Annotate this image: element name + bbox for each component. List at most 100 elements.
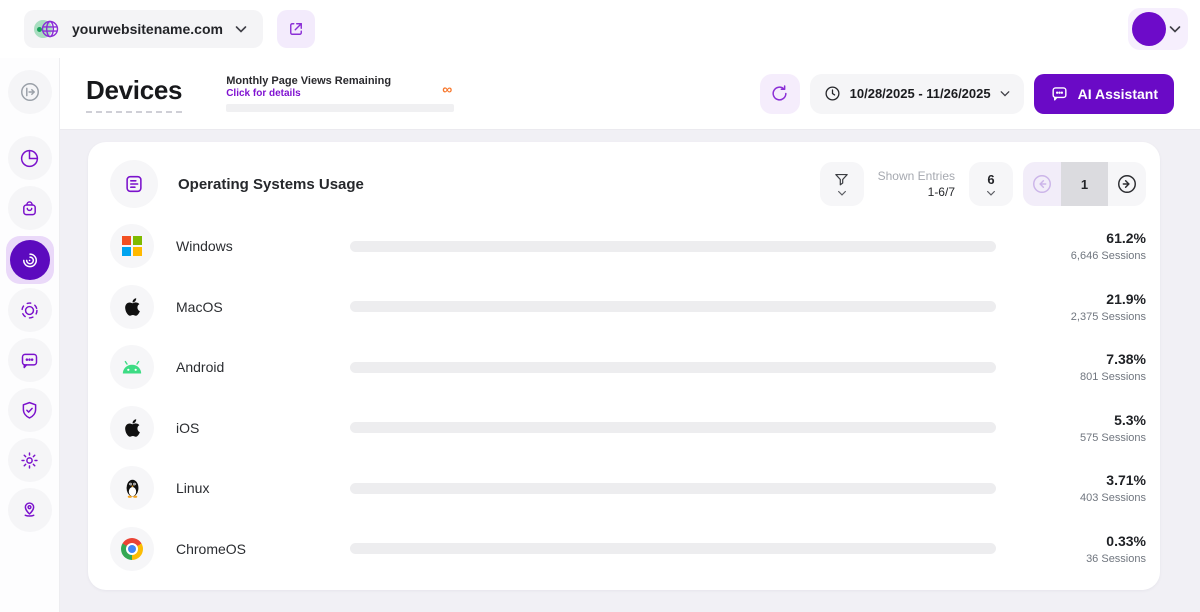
filter-funnel-icon [833, 172, 850, 187]
shown-entries-value: 1-6/7 [878, 184, 955, 200]
usage-sessions: 2,375 Sessions [996, 310, 1146, 324]
os-name: Linux [176, 480, 350, 496]
infinity-icon: ∞ [442, 82, 452, 96]
usage-percent: 21.9% [996, 290, 1146, 308]
os-name: MacOS [176, 299, 350, 315]
report-icon-wrap [110, 160, 158, 208]
account-menu[interactable] [1128, 8, 1188, 50]
android-icon [110, 345, 154, 389]
os-name: Windows [176, 238, 350, 254]
open-site-button[interactable] [277, 10, 315, 48]
apple-icon [110, 406, 154, 450]
table-row: ChromeOS 0.33% 36 Sessions [110, 519, 1146, 580]
quota-details-link[interactable]: Click for details [226, 88, 454, 99]
date-range-picker[interactable]: 10/28/2025 - 11/26/2025 [810, 74, 1024, 114]
avatar [1132, 12, 1166, 46]
report-icon [123, 173, 145, 195]
usage-bar [350, 362, 996, 373]
linux-tux-icon [110, 466, 154, 510]
chrome-icon [110, 527, 154, 571]
table-row: Android 7.38% 801 Sessions [110, 337, 1146, 398]
ai-chat-icon [1050, 84, 1069, 103]
previous-page-button[interactable] [1023, 162, 1061, 206]
sessions-arcs-icon [20, 250, 40, 270]
apple-icon [110, 285, 154, 329]
arrow-right-circle-icon [1116, 173, 1138, 195]
chat-bubble-icon [19, 350, 40, 371]
usage-sessions: 801 Sessions [996, 370, 1146, 384]
globe-icon [34, 17, 60, 41]
shield-check-icon [19, 400, 40, 421]
page-size-select[interactable]: 6 [969, 162, 1013, 206]
panel-expand-icon [19, 81, 41, 103]
chevron-down-icon [986, 190, 996, 196]
quota-progress-bar [226, 104, 454, 112]
sidebar-item-tracking[interactable] [8, 288, 52, 332]
shopping-bag-icon [19, 198, 40, 219]
ai-assistant-label: AI Assistant [1078, 86, 1158, 102]
card-title: Operating Systems Usage [178, 176, 364, 193]
sidebar-item-ecommerce[interactable] [8, 186, 52, 230]
ai-assistant-button[interactable]: AI Assistant [1034, 74, 1174, 114]
sidebar-item-locations[interactable] [8, 488, 52, 532]
location-pin-icon [19, 500, 40, 521]
usage-bar [350, 422, 996, 433]
date-range-value: 10/28/2025 - 11/26/2025 [850, 86, 991, 101]
table-row: MacOS 21.9% 2,375 Sessions [110, 277, 1146, 338]
os-name: Android [176, 359, 350, 375]
usage-bar [350, 543, 996, 554]
os-usage-list: Windows 61.2% 6,646 Sessions MacOS 21.9%… [88, 210, 1160, 579]
usage-bar [350, 301, 996, 312]
pagination: 1 [1023, 162, 1146, 206]
os-name: ChromeOS [176, 541, 350, 557]
gear-icon [19, 450, 40, 471]
usage-sessions: 36 Sessions [996, 552, 1146, 566]
chevron-down-icon [1169, 25, 1181, 33]
os-usage-card: Operating Systems Usage Shown Entries 1-… [88, 142, 1160, 590]
sidebar-item-overview[interactable] [8, 136, 52, 180]
filter-button[interactable] [820, 162, 864, 206]
quota-widget[interactable]: Monthly Page Views Remaining Click for d… [226, 75, 454, 112]
chevron-down-icon [235, 25, 247, 33]
sidebar-item-devices[interactable] [6, 236, 54, 284]
shown-entries: Shown Entries 1-6/7 [878, 168, 955, 200]
usage-percent: 61.2% [996, 229, 1146, 247]
table-row: Linux 3.71% 403 Sessions [110, 458, 1146, 519]
external-link-icon [287, 20, 305, 38]
sidebar-item-settings[interactable] [8, 438, 52, 482]
scan-target-icon [19, 300, 40, 321]
sidebar-item-security[interactable] [8, 388, 52, 432]
page-size-value: 6 [987, 172, 994, 187]
usage-percent: 5.3% [996, 411, 1146, 429]
usage-percent: 3.71% [996, 471, 1146, 489]
refresh-button[interactable] [760, 74, 800, 114]
pie-chart-icon [19, 148, 40, 169]
chevron-down-icon [837, 190, 847, 196]
chevron-down-icon [1000, 90, 1010, 97]
table-row: Windows 61.2% 6,646 Sessions [110, 216, 1146, 277]
os-name: iOS [176, 420, 350, 436]
sidebar-item-messages[interactable] [8, 338, 52, 382]
usage-bar [350, 483, 996, 494]
site-name: yourwebsitename.com [72, 21, 223, 37]
sidebar [0, 58, 60, 612]
sidebar-item-collapse[interactable] [8, 70, 52, 114]
refresh-icon [770, 84, 789, 103]
page-header: Devices Monthly Page Views Remaining Cli… [60, 58, 1200, 130]
table-row: iOS 5.3% 575 Sessions [110, 398, 1146, 459]
usage-sessions: 575 Sessions [996, 431, 1146, 445]
next-page-button[interactable] [1108, 162, 1146, 206]
clock-icon [824, 85, 841, 102]
quota-title: Monthly Page Views Remaining [226, 75, 454, 87]
arrow-left-circle-icon [1031, 173, 1053, 195]
shown-entries-label: Shown Entries [878, 168, 955, 184]
site-selector[interactable]: yourwebsitename.com [24, 10, 263, 48]
usage-percent: 0.33% [996, 532, 1146, 550]
usage-bar [350, 241, 996, 252]
usage-sessions: 403 Sessions [996, 491, 1146, 505]
page-title: Devices [86, 75, 182, 113]
top-bar: yourwebsitename.com [0, 0, 1200, 58]
windows-icon [110, 224, 154, 268]
usage-sessions: 6,646 Sessions [996, 249, 1146, 263]
devices-active-indicator [10, 240, 50, 280]
